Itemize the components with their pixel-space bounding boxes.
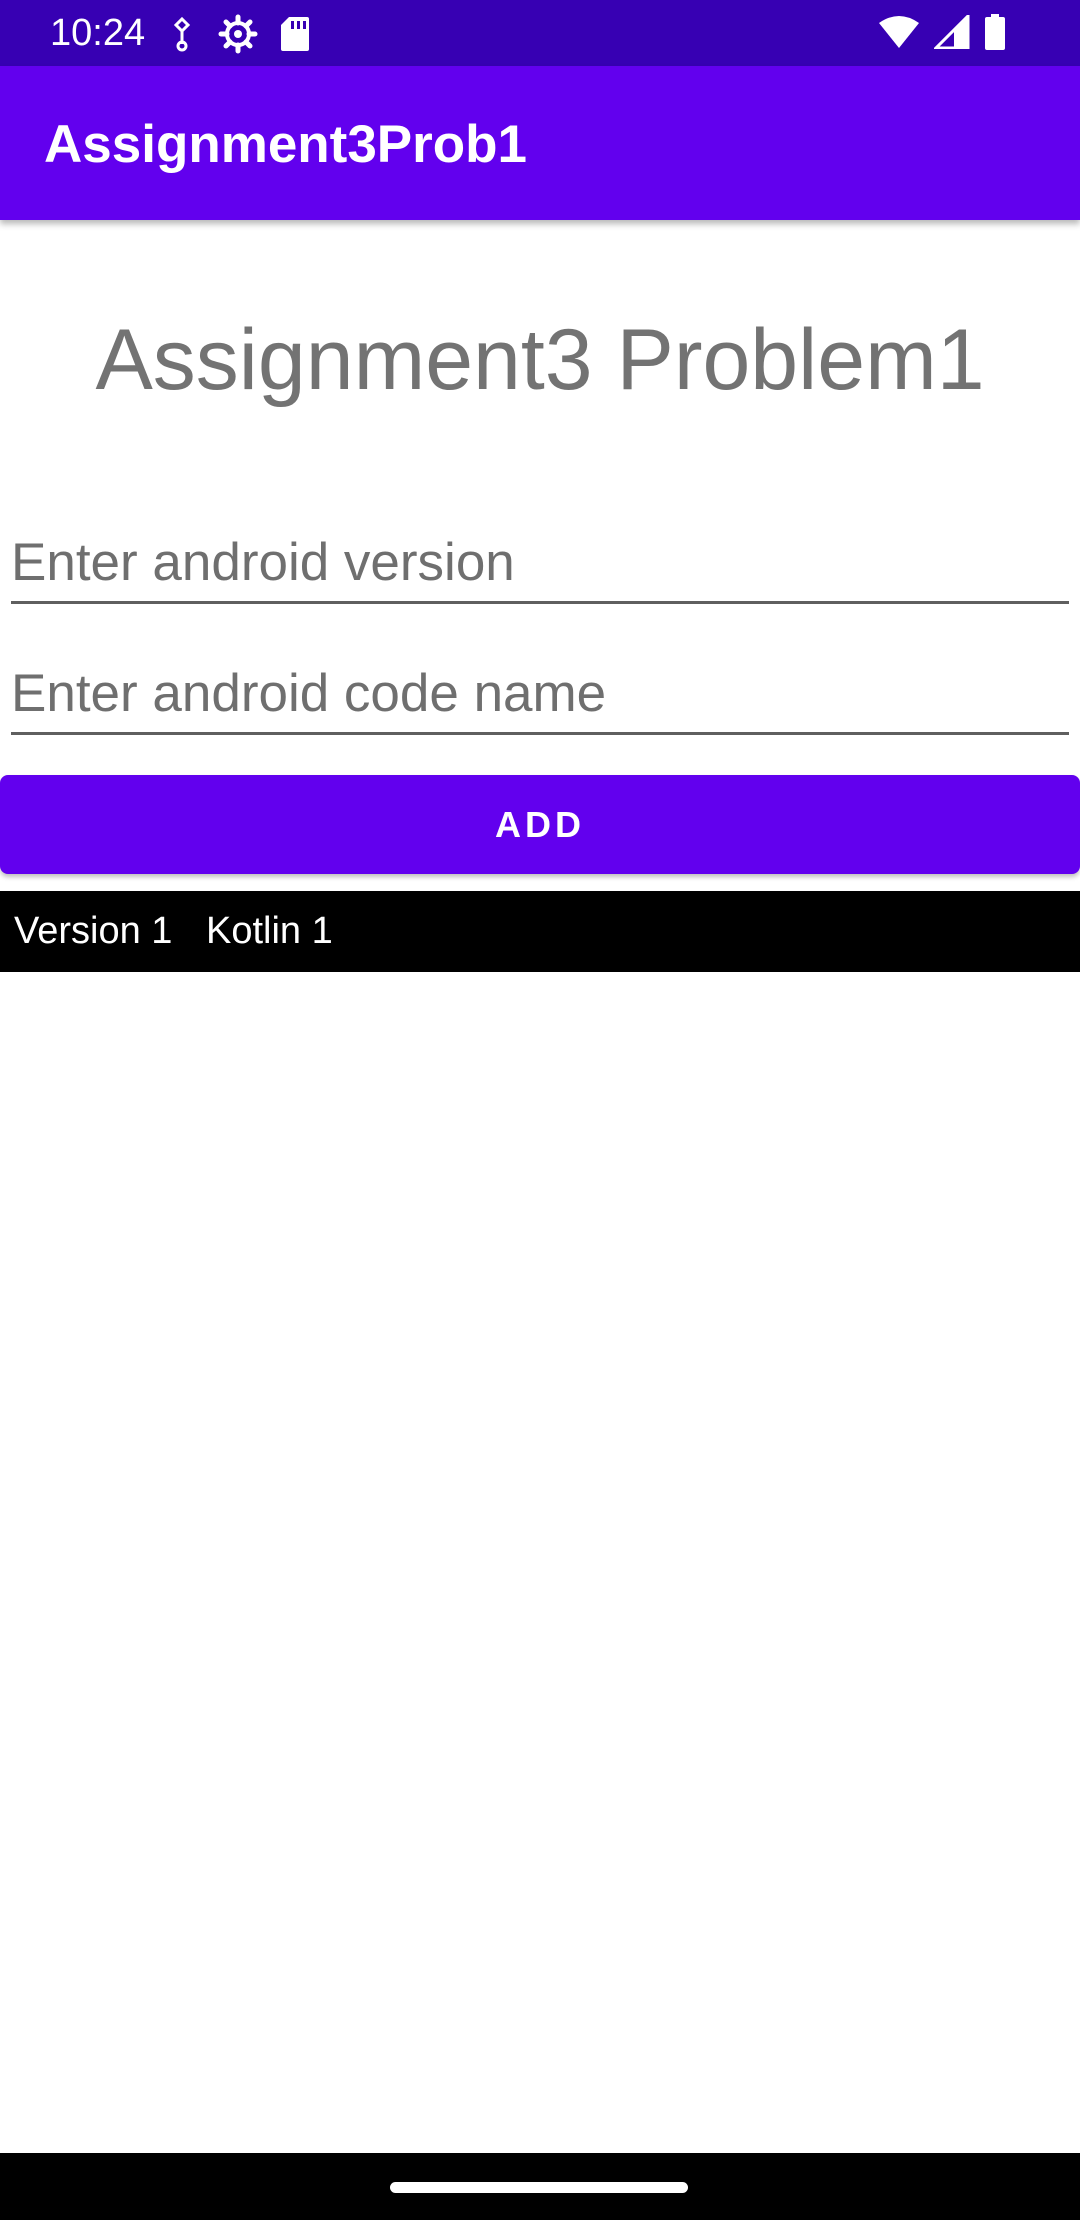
screen: 10:24 Assignment3Prob1 Assignment3 Probl…	[0, 0, 1080, 2220]
app-title: Assignment3Prob1	[44, 115, 528, 174]
app-bar: Assignment3Prob1	[0, 66, 1080, 220]
add-button[interactable]: ADD	[0, 775, 1080, 874]
battery-icon	[984, 14, 1006, 55]
usb-debug-icon	[168, 16, 196, 57]
signal-icon	[932, 12, 970, 54]
home-handle[interactable]	[390, 2182, 688, 2193]
wifi-icon	[878, 15, 920, 54]
status-time: 10:24	[50, 12, 146, 54]
status-left-icons	[168, 14, 332, 59]
page-heading: Assignment3 Problem1	[95, 312, 985, 408]
list-item-codename: Kotlin 1	[206, 910, 333, 952]
status-right-icons	[864, 12, 1006, 55]
status-bar: 10:24	[0, 0, 1080, 66]
list-item-version: Version 1	[14, 910, 173, 952]
android-codename-input[interactable]	[11, 655, 1069, 735]
settings-icon	[218, 14, 258, 59]
sd-card-icon	[280, 15, 310, 58]
android-version-input[interactable]	[11, 524, 1069, 604]
list-item[interactable]: Version 1 Kotlin 1	[0, 891, 1080, 972]
navigation-bar	[0, 2153, 1080, 2220]
